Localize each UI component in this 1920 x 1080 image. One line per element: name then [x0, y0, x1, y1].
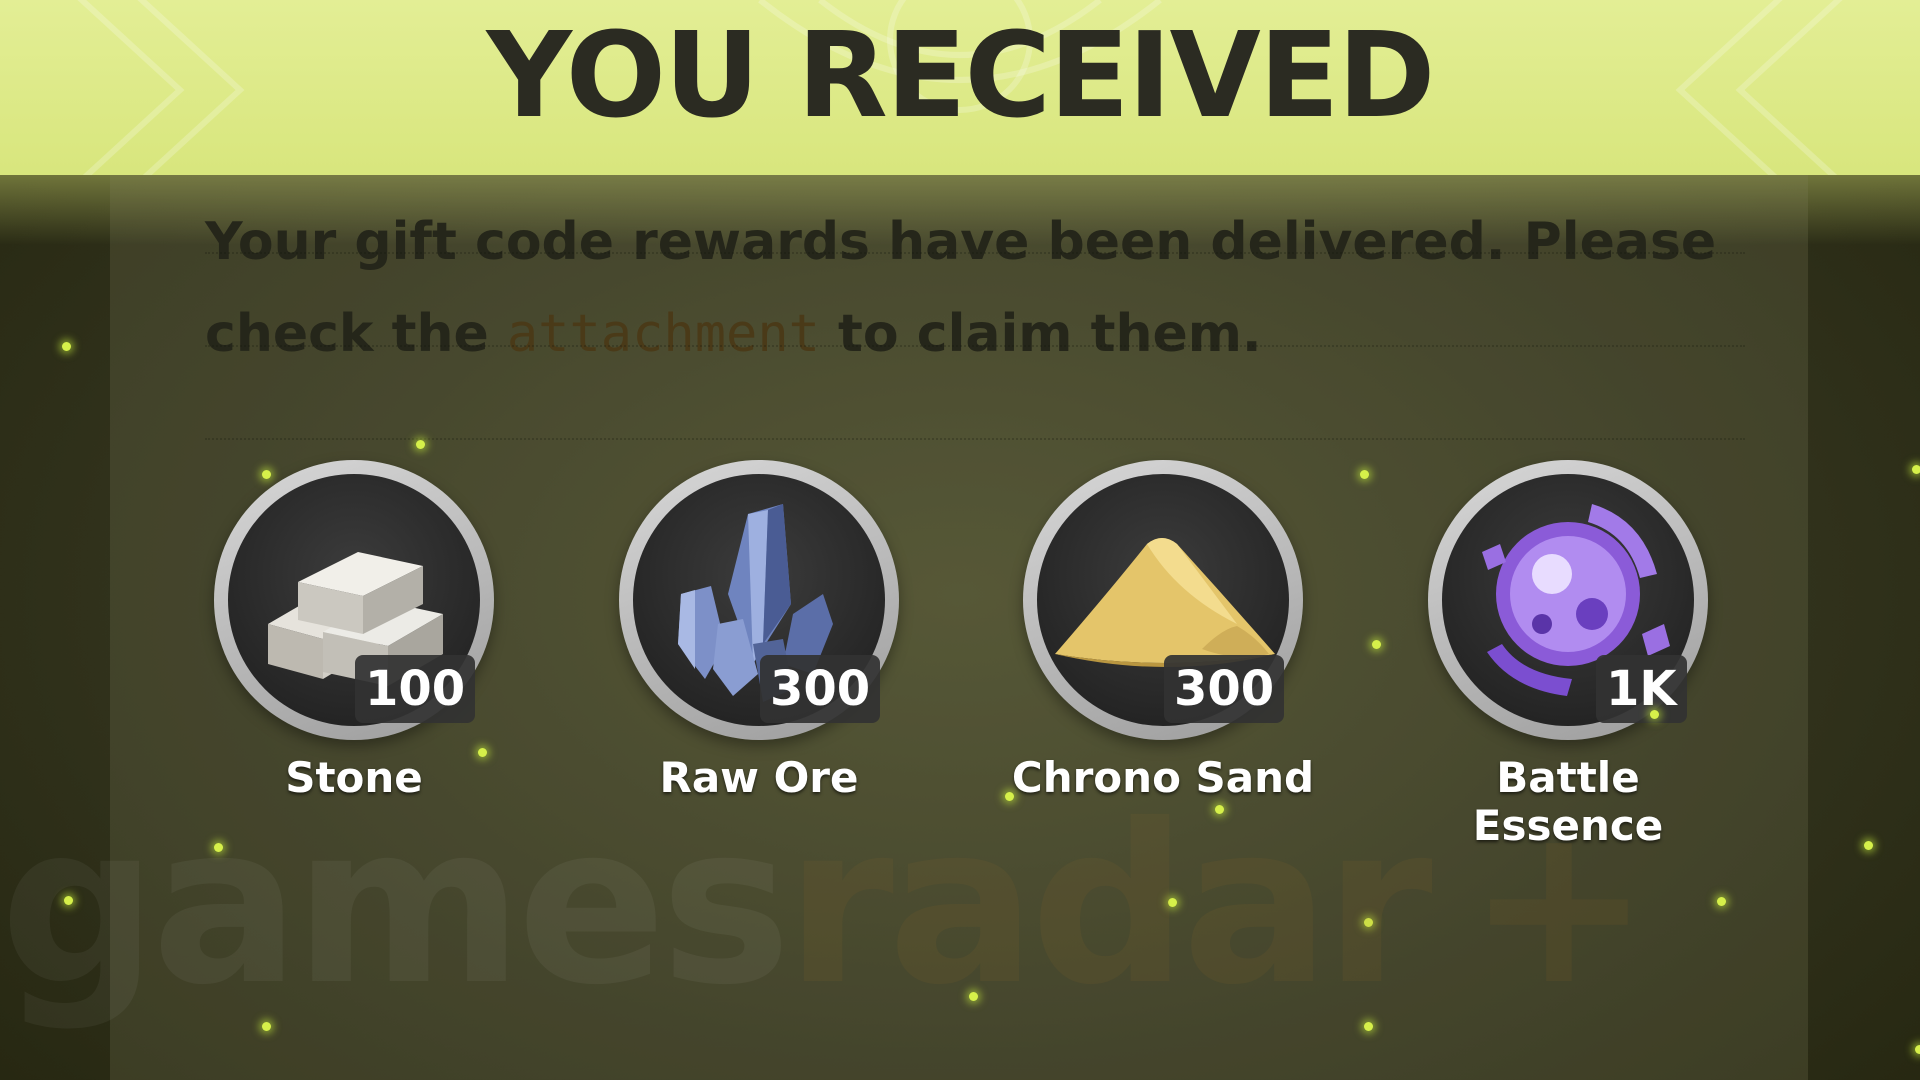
item-count-badge: 100: [355, 655, 476, 723]
sparkle-particle: [64, 896, 73, 905]
reward-message: Your gift code rewards have been deliver…: [205, 196, 1755, 380]
sparkle-particle: [478, 748, 487, 757]
sparkle-particle: [1005, 792, 1014, 801]
sparkle-particle: [1364, 1022, 1373, 1031]
sparkle-particle: [62, 342, 71, 351]
sparkle-particle: [1372, 640, 1381, 649]
header-title: YOU RECEIVED: [486, 6, 1436, 144]
sparkle-particle: [1717, 897, 1726, 906]
message-text-end: to claim them.: [819, 304, 1262, 364]
dotted-divider: [205, 345, 1745, 347]
sparkle-particle: [1168, 898, 1177, 907]
sparkle-particle: [1364, 918, 1373, 927]
header-banner: YOU RECEIVED: [0, 0, 1920, 175]
sparkle-particle: [262, 1022, 271, 1031]
sparkle-particle: [262, 470, 271, 479]
sparkle-particle: [416, 440, 425, 449]
item-count-badge: 300: [1164, 655, 1285, 723]
item-count-badge: 300: [760, 655, 881, 723]
sparkle-particle: [1360, 470, 1369, 479]
item-name: Stone: [285, 753, 423, 802]
dotted-divider: [205, 252, 1745, 254]
sparkle-particle: [1915, 1045, 1920, 1054]
attachment-link[interactable]: attachment: [507, 304, 820, 364]
sparkle-particle: [969, 992, 978, 1001]
item-count-badge: 1K: [1596, 655, 1687, 723]
sparkle-particle: [1864, 841, 1873, 850]
item-name: Battle Essence: [1472, 753, 1664, 850]
sparkle-particle: [1912, 465, 1920, 474]
item-name: Raw Ore: [659, 753, 859, 802]
sparkle-particle: [1650, 710, 1659, 719]
dotted-divider: [205, 438, 1745, 440]
sparkle-particle: [1215, 805, 1224, 814]
sparkle-particle: [214, 843, 223, 852]
item-name: Chrono Sand: [1011, 753, 1315, 802]
